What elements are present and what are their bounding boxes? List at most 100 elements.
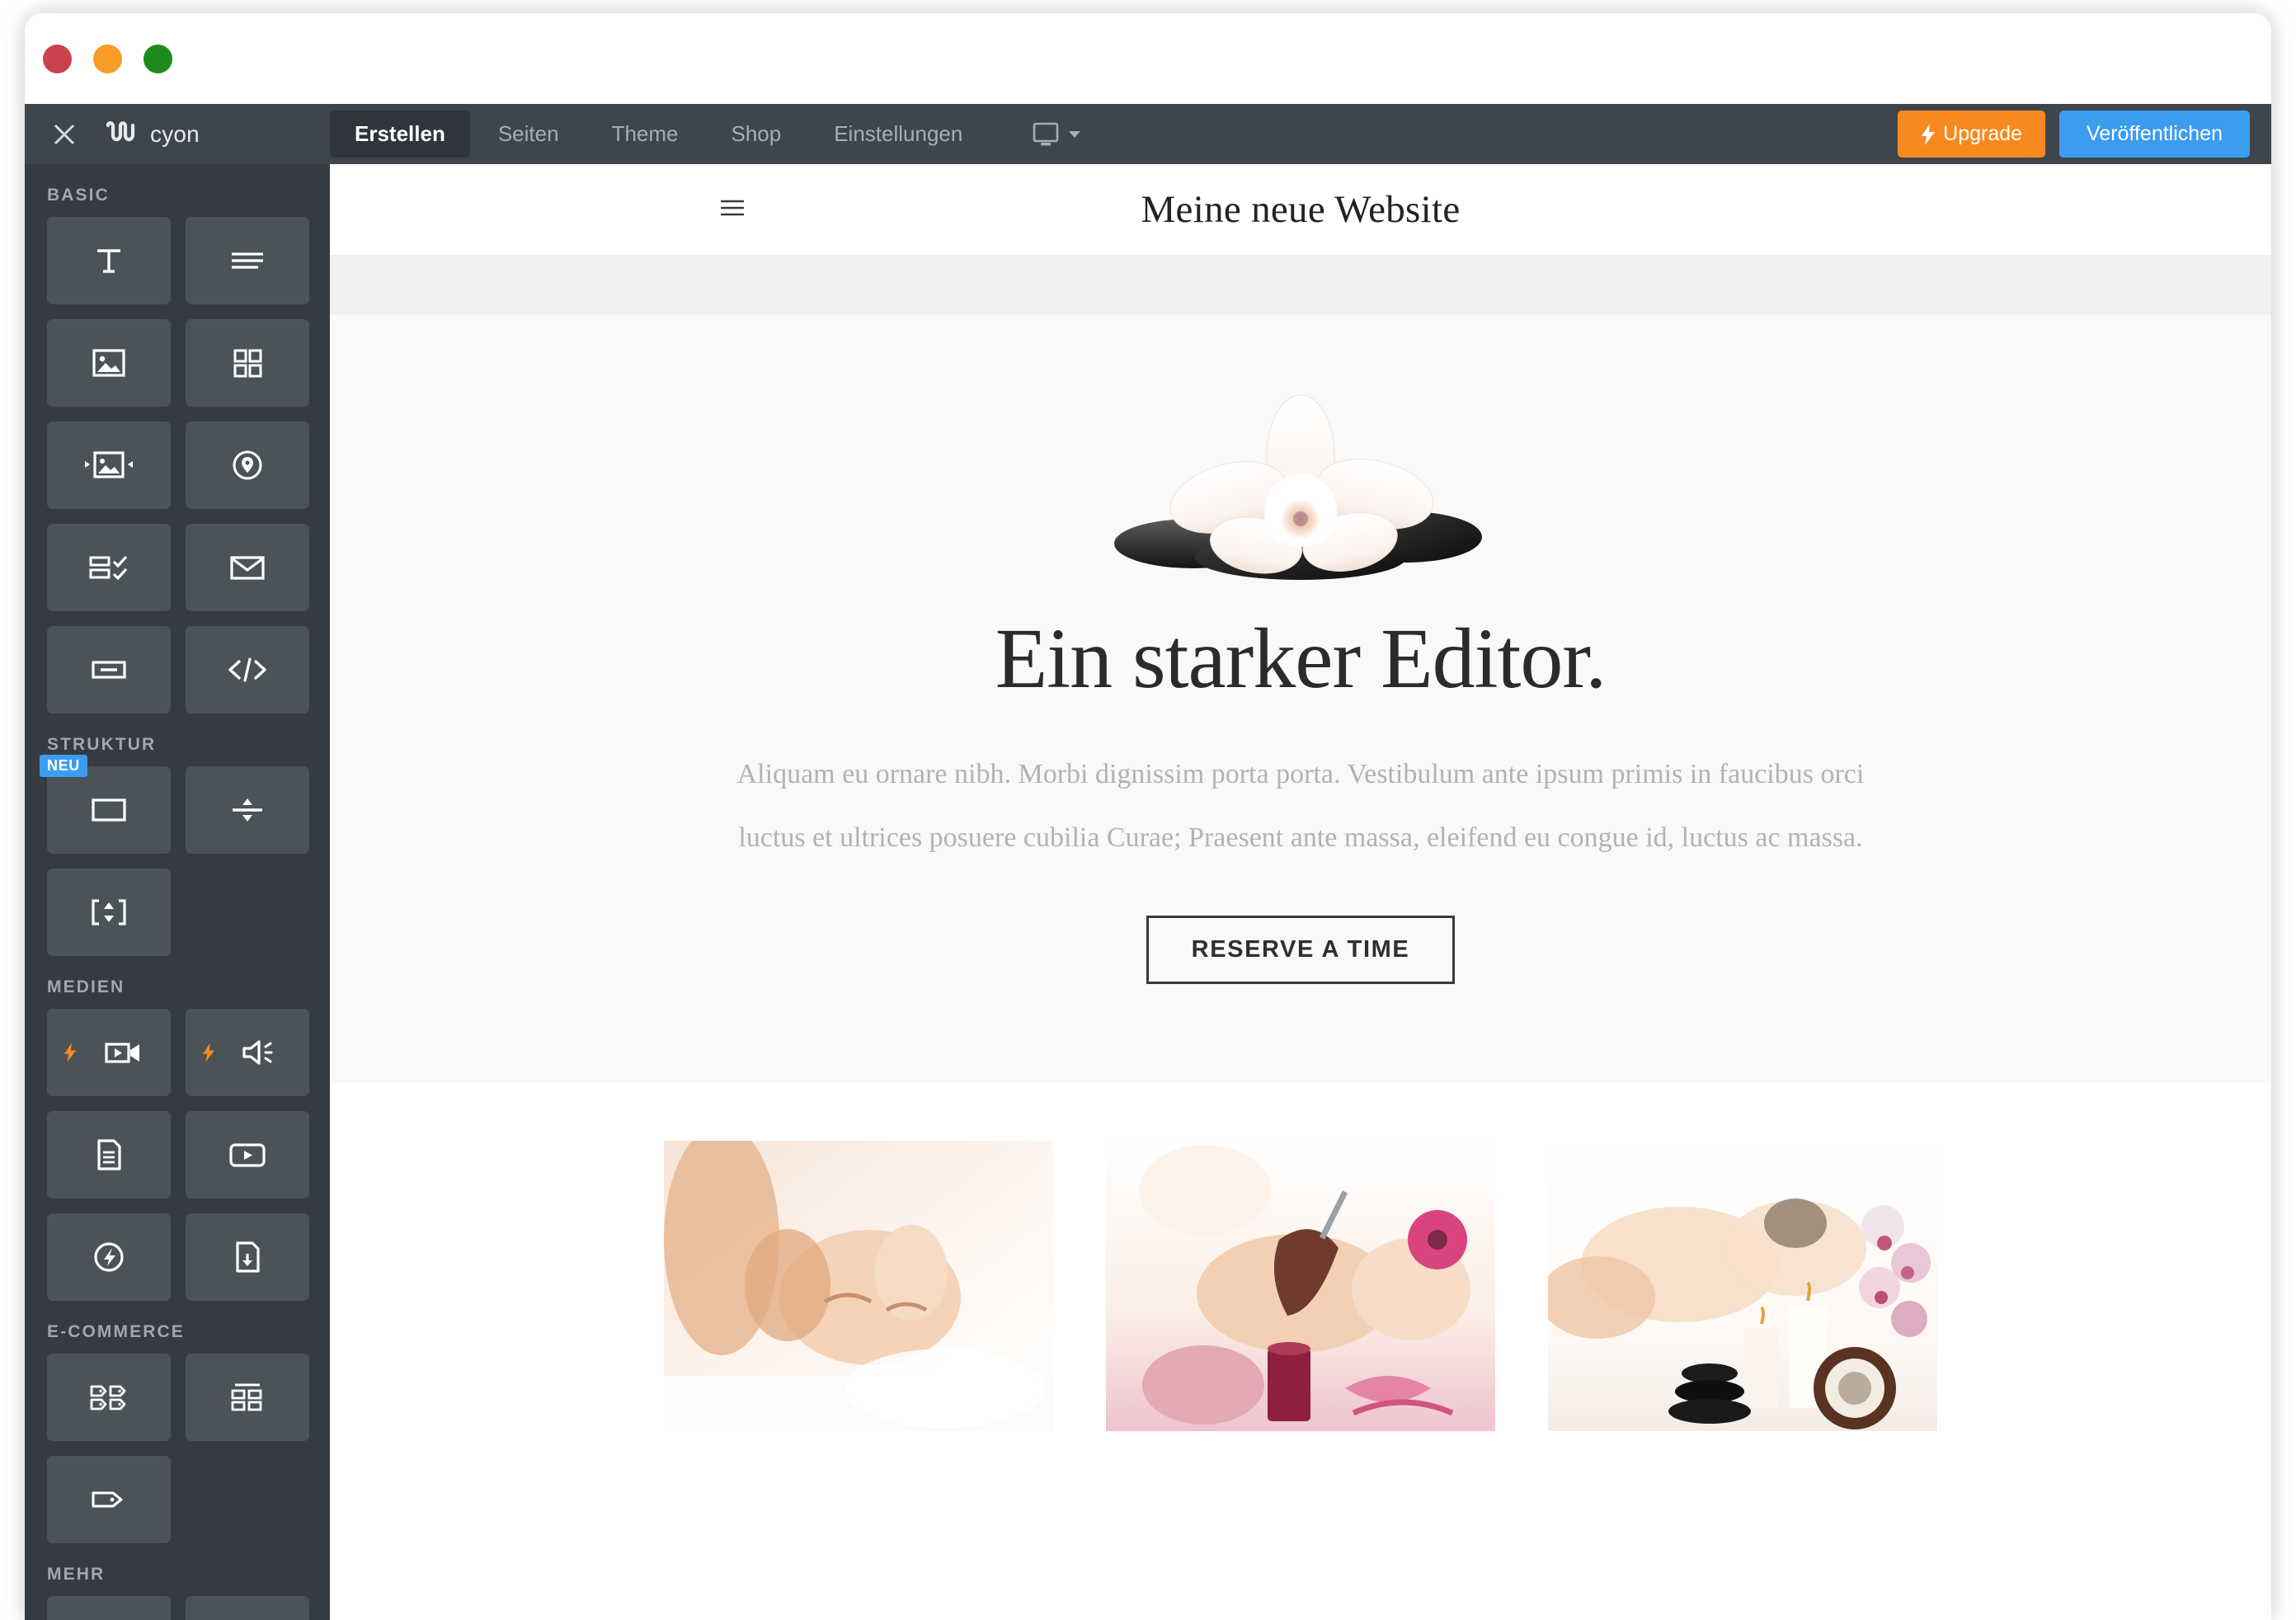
element-tile-search[interactable] — [47, 1596, 171, 1620]
form-icon — [89, 555, 128, 581]
element-tile-title[interactable] — [47, 217, 171, 304]
tab-shop[interactable]: Shop — [706, 111, 806, 158]
element-tile-video[interactable] — [47, 1009, 171, 1096]
hamburger-menu-button[interactable] — [718, 196, 747, 224]
close-editor-button[interactable] — [25, 122, 104, 147]
element-tile-spacer[interactable] — [47, 869, 171, 956]
element-tile-product-tag[interactable] — [47, 1456, 171, 1543]
element-tile-form[interactable] — [47, 524, 171, 611]
product-grid-icon — [90, 1385, 126, 1410]
zoom-window-button[interactable] — [144, 44, 172, 73]
lightning-bolt-icon — [1922, 123, 1936, 145]
publish-button[interactable]: Veröffentlichen — [2059, 111, 2250, 158]
tile-grid-mehr — [25, 1596, 330, 1620]
tile-grid-medien — [25, 1009, 330, 1301]
window-titlebar — [25, 13, 2271, 104]
element-tile-slideshow[interactable] — [47, 421, 171, 509]
tab-erstellen[interactable]: Erstellen — [330, 111, 470, 158]
embed-code-icon — [228, 657, 266, 682]
facial-massage-photo[interactable] — [664, 1141, 1053, 1432]
element-tile-flash[interactable] — [47, 1213, 171, 1301]
weebly-brand[interactable]: cyon — [104, 121, 200, 148]
divider-icon — [233, 798, 262, 822]
upgrade-label: Upgrade — [1943, 122, 2023, 145]
element-tile-gallery[interactable] — [186, 319, 309, 407]
category-layout-icon — [231, 1383, 262, 1411]
youtube-play-icon — [229, 1143, 266, 1167]
tile-grid-ecommerce — [25, 1354, 330, 1543]
editor-topbar: cyon Erstellen Seiten Theme Shop Einstel… — [25, 104, 2271, 164]
device-preview-selector[interactable] — [1032, 121, 1081, 148]
site-header: Meine neue Website — [330, 164, 2271, 255]
container-icon — [92, 798, 126, 822]
chocolate-treatment-image — [1106, 1141, 1495, 1432]
brand-name: cyon — [150, 120, 200, 147]
tab-theme[interactable]: Theme — [587, 111, 703, 158]
chevron-down-icon — [1069, 130, 1081, 138]
element-tile-container[interactable]: NEU — [40, 755, 171, 854]
product-tag-icon — [92, 1491, 123, 1508]
map-pin-icon — [233, 450, 262, 480]
gallery-icon — [233, 349, 262, 378]
element-tile-blockquote[interactable] — [186, 1596, 309, 1620]
hero-heading[interactable]: Ein starker Editor. — [330, 614, 2271, 704]
site-preview-canvas[interactable]: Meine neue Website Ein starker Editor. A… — [330, 164, 2271, 1620]
weebly-logo-icon — [106, 120, 135, 141]
reserve-a-time-button[interactable]: RESERVE A TIME — [1146, 916, 1456, 985]
site-title[interactable]: Meine neue Website — [330, 187, 2271, 232]
spacer-icon — [92, 899, 126, 925]
topbar-brand-zone: cyon — [25, 104, 330, 164]
paragraph-text-icon — [232, 252, 263, 269]
image-icon — [92, 349, 125, 377]
element-tile-document[interactable] — [47, 1111, 171, 1199]
chocolate-body-treatment-photo[interactable] — [1106, 1141, 1495, 1432]
hero-paragraph[interactable]: Aliquam eu ornare nibh. Morbi dignissim … — [732, 743, 1870, 869]
element-tile-audio[interactable] — [186, 1009, 309, 1096]
nav-strip — [330, 255, 2271, 314]
contact-mail-icon — [230, 556, 265, 580]
upgrade-button[interactable]: Upgrade — [1898, 111, 2046, 158]
element-tile-button[interactable] — [47, 626, 171, 713]
title-text-icon — [97, 249, 120, 273]
photo-gallery — [330, 1083, 2271, 1490]
slideshow-icon — [85, 451, 133, 478]
plumeria-flower-spa-stones-image[interactable] — [1094, 380, 1507, 586]
element-tile-text[interactable] — [186, 217, 309, 304]
element-tile-products[interactable] — [47, 1354, 171, 1441]
flash-icon — [94, 1242, 124, 1272]
element-tile-file-download[interactable] — [186, 1213, 309, 1301]
tab-einstellungen[interactable]: Einstellungen — [809, 111, 987, 158]
button-icon — [92, 661, 126, 679]
element-tile-youtube[interactable] — [186, 1111, 309, 1199]
close-icon — [54, 124, 75, 144]
video-camera-icon — [105, 1043, 139, 1063]
element-tile-category[interactable] — [186, 1354, 309, 1441]
section-label-medien: MEDIEN — [47, 977, 125, 996]
element-tile-embed-code[interactable] — [186, 626, 309, 713]
facial-massage-image — [664, 1141, 1053, 1432]
document-icon — [97, 1139, 121, 1170]
tile-grid-basic — [25, 217, 330, 713]
monitor-icon — [1033, 122, 1059, 145]
close-window-button[interactable] — [43, 44, 72, 73]
element-tile-image[interactable] — [47, 319, 171, 407]
hero-section: Ein starker Editor. Aliquam eu ornare ni… — [330, 314, 2271, 1084]
traffic-light-group — [43, 44, 172, 73]
element-tile-divider[interactable] — [186, 766, 309, 854]
element-tile-map[interactable] — [186, 421, 309, 509]
couples-massage-photo[interactable] — [1548, 1141, 1937, 1432]
browser-window: cyon Erstellen Seiten Theme Shop Einstel… — [25, 13, 2271, 1620]
element-tile-contact[interactable] — [186, 524, 309, 611]
lightning-bolt-icon — [64, 1043, 77, 1062]
section-label-ecommerce: E-COMMERCE — [47, 1322, 185, 1341]
file-download-icon — [236, 1241, 260, 1273]
hamburger-menu-icon — [721, 200, 744, 215]
element-sidebar[interactable]: BASIC STRUKTUR NEU MEDIEN E-COMMERCE MEH… — [25, 164, 330, 1620]
audio-speaker-icon — [242, 1040, 273, 1065]
neu-badge: NEU — [40, 755, 87, 777]
tab-seiten[interactable]: Seiten — [473, 111, 584, 158]
tile-grid-struktur: NEU — [25, 755, 330, 956]
section-label-mehr: MEHR — [47, 1565, 106, 1584]
minimize-window-button[interactable] — [93, 44, 122, 73]
section-label-basic: BASIC — [47, 186, 110, 205]
